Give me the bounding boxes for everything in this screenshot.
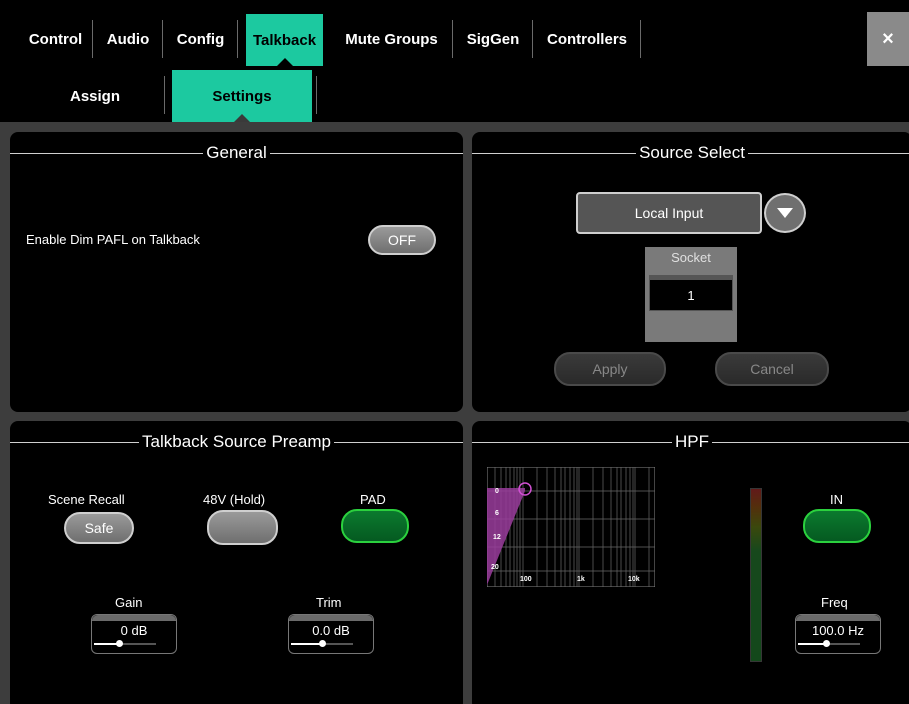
graph-x-label: 10k xyxy=(628,576,640,583)
pad-button[interactable] xyxy=(341,509,409,543)
source-value: Local Input xyxy=(634,205,704,221)
preamp-panel: Talkback Source Preamp Scene Recall Safe… xyxy=(10,421,464,704)
graph-x-label: 1k xyxy=(577,576,585,583)
tab-talkback[interactable]: Talkback xyxy=(246,14,323,67)
tab-control[interactable]: Control xyxy=(18,12,93,66)
tab-label: Config xyxy=(176,30,225,48)
apply-button[interactable]: Apply xyxy=(554,352,666,386)
slider-handle[interactable] xyxy=(115,640,123,647)
source-select-panel: Source Select Local Input Socket 1 Apply… xyxy=(472,132,909,412)
source-dropdown[interactable]: Local Input xyxy=(576,192,762,234)
socket-value: 1 xyxy=(687,287,695,303)
hpf-in-button[interactable] xyxy=(803,509,871,543)
slider-handle[interactable] xyxy=(319,640,326,647)
apply-label: Apply xyxy=(592,361,628,377)
graph-x-label: 100 xyxy=(520,576,532,583)
gain-control[interactable]: 0 dB xyxy=(91,614,177,654)
subtab-settings[interactable]: Settings xyxy=(172,70,312,123)
settings-content: General Enable Dim PAFL on Talkback OFF … xyxy=(0,122,909,704)
trim-control[interactable]: 0.0 dB xyxy=(288,614,374,654)
tab-audio[interactable]: Audio xyxy=(93,12,163,66)
tab-row: Control Audio Config Talkback Mute Group… xyxy=(0,0,909,67)
tab-label: Mute Groups xyxy=(345,30,438,48)
subtab-label: Assign xyxy=(69,87,120,105)
cancel-label: Cancel xyxy=(750,361,794,377)
source-select-title: Source Select xyxy=(639,143,745,162)
hpf-panel: HPF 0 6 12 20 100 1k 10k IN Freq 100.0 H… xyxy=(472,421,909,704)
cancel-button[interactable]: Cancel xyxy=(715,352,829,386)
panel-title: General xyxy=(10,142,464,164)
gain-label: Gain xyxy=(115,595,143,610)
hpf-response-graph[interactable]: 0 6 12 20 100 1k 10k xyxy=(487,467,655,587)
preamp-title: Talkback Source Preamp xyxy=(142,432,331,451)
scene-recall-value: Safe xyxy=(84,520,114,536)
freq-value: 100.0 Hz xyxy=(811,623,865,638)
trim-label: Trim xyxy=(316,595,342,610)
graph-y-label: 6 xyxy=(495,510,499,517)
gain-slider[interactable] xyxy=(94,640,156,647)
panel-title: Talkback Source Preamp xyxy=(10,431,464,453)
scene-recall-label: Scene Recall xyxy=(48,492,125,507)
level-meter xyxy=(750,488,762,662)
general-panel: General Enable Dim PAFL on Talkback OFF xyxy=(10,132,464,412)
chevron-down-icon xyxy=(777,208,793,218)
freq-slider[interactable] xyxy=(798,640,860,647)
panel-title: Source Select xyxy=(472,142,909,164)
close-button[interactable]: × xyxy=(867,12,909,66)
divider xyxy=(316,76,317,114)
tab-label: Control xyxy=(28,30,83,48)
dim-pafl-label: Enable Dim PAFL on Talkback xyxy=(26,232,200,247)
phantom-label: 48V (Hold) xyxy=(203,492,266,507)
tab-label: SigGen xyxy=(466,30,520,48)
toggle-value: OFF xyxy=(388,232,416,248)
general-title: General xyxy=(206,143,267,162)
graph-y-label: 12 xyxy=(493,534,501,541)
hpf-title: HPF xyxy=(675,432,709,451)
freq-label: Freq xyxy=(821,595,848,610)
pad-label: PAD xyxy=(360,492,386,507)
tab-siggen[interactable]: SigGen xyxy=(453,12,533,66)
trim-value: 0.0 dB xyxy=(312,623,350,638)
tab-mute-groups[interactable]: Mute Groups xyxy=(330,12,453,66)
dim-pafl-toggle[interactable]: OFF xyxy=(368,225,436,255)
socket-label: Socket xyxy=(671,250,711,265)
subtab-label: Settings xyxy=(212,87,272,105)
socket-box: Socket 1 xyxy=(645,247,737,342)
phantom-power-button[interactable] xyxy=(207,510,278,545)
panel-title: HPF xyxy=(472,431,909,453)
hpf-in-label: IN xyxy=(830,492,843,507)
slider-handle[interactable] xyxy=(822,640,830,647)
tab-config[interactable]: Config xyxy=(163,12,238,66)
graph-y-label: 20 xyxy=(491,564,499,571)
subtab-assign[interactable]: Assign xyxy=(25,70,165,122)
gain-value: 0 dB xyxy=(120,623,148,638)
tab-label: Talkback xyxy=(252,31,317,49)
top-navigation: Control Audio Config Talkback Mute Group… xyxy=(0,0,909,123)
trim-slider[interactable] xyxy=(291,640,353,647)
tab-label: Audio xyxy=(106,30,150,48)
close-icon: × xyxy=(882,27,894,50)
tab-label: Controllers xyxy=(546,30,627,48)
freq-control[interactable]: 100.0 Hz xyxy=(795,614,881,654)
scene-recall-button[interactable]: Safe xyxy=(64,512,134,544)
socket-field[interactable]: 1 xyxy=(649,275,733,311)
graph-y-label: 0 xyxy=(495,488,499,495)
dropdown-button[interactable] xyxy=(764,193,806,233)
tab-controllers[interactable]: Controllers xyxy=(533,12,641,66)
